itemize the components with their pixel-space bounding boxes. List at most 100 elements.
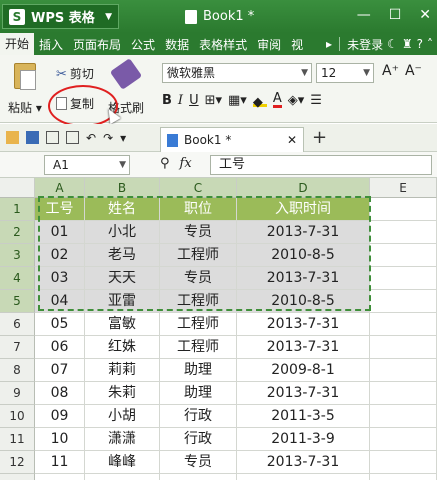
font-color-icon[interactable]: A bbox=[272, 92, 282, 108]
formula-input[interactable]: 工号 bbox=[210, 155, 432, 175]
table-cell[interactable]: 07 bbox=[35, 359, 85, 382]
table-cell[interactable] bbox=[370, 290, 437, 313]
header-cell[interactable]: 姓名 bbox=[85, 198, 160, 221]
header-cell[interactable]: 入职时间 bbox=[237, 198, 370, 221]
table-cell[interactable]: 2013-7-31 bbox=[237, 267, 370, 290]
table-cell[interactable] bbox=[370, 267, 437, 290]
chevron-right-icon[interactable]: ▸ bbox=[326, 37, 332, 51]
underline-icon[interactable]: U bbox=[189, 93, 199, 108]
table-cell[interactable]: 工程师 bbox=[160, 313, 237, 336]
table-cell[interactable]: 2013-7-31 bbox=[237, 221, 370, 244]
table-cell[interactable] bbox=[160, 474, 237, 480]
row-header[interactable]: 12 bbox=[0, 451, 35, 474]
tab-review[interactable]: 审阅 bbox=[252, 36, 286, 53]
minimize-icon[interactable]: — bbox=[357, 7, 371, 23]
table-cell[interactable] bbox=[370, 451, 437, 474]
clear-format-icon[interactable]: ◈▾ bbox=[288, 93, 305, 108]
table-cell[interactable]: 2013-7-31 bbox=[237, 313, 370, 336]
chevron-down-icon[interactable]: ▾ bbox=[120, 131, 126, 145]
grow-font-icon[interactable]: A⁺ bbox=[382, 63, 399, 79]
table-cell[interactable] bbox=[85, 474, 160, 480]
align-icon[interactable]: ☰ bbox=[310, 93, 322, 108]
column-header[interactable]: C bbox=[160, 178, 237, 198]
maximize-icon[interactable]: ☐ bbox=[389, 7, 402, 23]
table-cell[interactable]: 11 bbox=[35, 451, 85, 474]
table-cell[interactable]: 红姝 bbox=[85, 336, 160, 359]
table-cell[interactable]: 2011-3-9 bbox=[237, 428, 370, 451]
tab-table-style[interactable]: 表格样式 bbox=[194, 36, 252, 53]
row-header[interactable]: 2 bbox=[0, 221, 35, 244]
tab-insert[interactable]: 插入 bbox=[34, 36, 68, 53]
font-size-select[interactable]: 12 ▼ bbox=[316, 63, 374, 83]
table-cell[interactable]: 2013-7-31 bbox=[237, 336, 370, 359]
column-header[interactable]: A bbox=[35, 178, 85, 198]
italic-icon[interactable]: I bbox=[178, 93, 183, 108]
row-header[interactable]: 8 bbox=[0, 359, 35, 382]
column-header[interactable]: B bbox=[85, 178, 160, 198]
row-header[interactable]: 11 bbox=[0, 428, 35, 451]
help-icon[interactable]: ? bbox=[417, 37, 423, 51]
header-cell[interactable]: 工号 bbox=[35, 198, 85, 221]
table-cell[interactable]: 专员 bbox=[160, 451, 237, 474]
row-header[interactable]: 1 bbox=[0, 198, 35, 221]
close-icon[interactable]: ✕ bbox=[287, 133, 297, 147]
bold-icon[interactable]: B bbox=[162, 93, 172, 108]
table-cell[interactable]: 工程师 bbox=[160, 290, 237, 313]
font-name-select[interactable]: 微软雅黑 ▼ bbox=[162, 63, 312, 83]
shrink-font-icon[interactable]: A⁻ bbox=[405, 63, 422, 79]
table-cell[interactable]: 2011-3-5 bbox=[237, 405, 370, 428]
table-cell[interactable]: 09 bbox=[35, 405, 85, 428]
row-header[interactable]: 9 bbox=[0, 382, 35, 405]
table-cell[interactable]: 2013-7-31 bbox=[237, 451, 370, 474]
column-header[interactable]: E bbox=[370, 178, 437, 198]
fill-color-icon[interactable]: ◆ bbox=[252, 95, 267, 110]
table-cell[interactable]: 峰峰 bbox=[85, 451, 160, 474]
table-cell[interactable]: 工程师 bbox=[160, 336, 237, 359]
add-tab-icon[interactable]: + bbox=[312, 127, 327, 148]
paste-button[interactable]: 粘贴 ▾ bbox=[6, 61, 44, 117]
table-cell[interactable] bbox=[370, 221, 437, 244]
table-cell[interactable] bbox=[370, 336, 437, 359]
close-icon[interactable]: ✕ bbox=[419, 7, 431, 23]
spreadsheet-grid[interactable]: ABCDE12345678910111213工号姓名职位入职时间01小北专员20… bbox=[0, 178, 437, 480]
table-cell[interactable]: 2009-8-1 bbox=[237, 359, 370, 382]
table-cell[interactable]: 工程师 bbox=[160, 244, 237, 267]
table-cell[interactable]: 潇潇 bbox=[85, 428, 160, 451]
cut-button[interactable]: ✂ 剪切 bbox=[56, 65, 94, 82]
tab-data[interactable]: 数据 bbox=[160, 36, 194, 53]
app-menu-button[interactable]: S WPS 表格 ▼ bbox=[2, 4, 119, 29]
table-cell[interactable]: 天天 bbox=[85, 267, 160, 290]
table-cell[interactable]: 助理 bbox=[160, 382, 237, 405]
open-folder-icon[interactable] bbox=[6, 131, 19, 144]
table-cell[interactable]: 行政 bbox=[160, 405, 237, 428]
login-link[interactable]: 未登录 bbox=[347, 36, 383, 53]
table-cell[interactable]: 莉莉 bbox=[85, 359, 160, 382]
select-all-corner[interactable] bbox=[0, 178, 35, 198]
save-icon[interactable] bbox=[26, 131, 39, 144]
table-cell[interactable]: 助理 bbox=[160, 359, 237, 382]
table-cell[interactable]: 06 bbox=[35, 336, 85, 359]
skin-icon[interactable]: ☾ bbox=[387, 37, 398, 51]
table-cell[interactable]: 行政 bbox=[160, 428, 237, 451]
table-cell[interactable]: 富敏 bbox=[85, 313, 160, 336]
row-header[interactable]: 6 bbox=[0, 313, 35, 336]
print-icon[interactable] bbox=[46, 131, 59, 144]
table-cell[interactable]: 小胡 bbox=[85, 405, 160, 428]
header-cell[interactable] bbox=[370, 198, 437, 221]
row-header[interactable]: 4 bbox=[0, 267, 35, 290]
table-cell[interactable]: 2010-8-5 bbox=[237, 290, 370, 313]
redo-icon[interactable]: ↷ bbox=[103, 131, 113, 145]
document-tab[interactable]: Book1 * ✕ bbox=[160, 127, 304, 152]
table-cell[interactable]: 亚雷 bbox=[85, 290, 160, 313]
shirt-icon[interactable]: ♜ bbox=[402, 37, 413, 51]
tab-home[interactable]: 开始 bbox=[0, 33, 35, 55]
table-cell[interactable]: 03 bbox=[35, 267, 85, 290]
row-header[interactable]: 7 bbox=[0, 336, 35, 359]
table-cell[interactable] bbox=[35, 474, 85, 480]
table-cell[interactable]: 2013-7-31 bbox=[237, 382, 370, 405]
table-cell[interactable] bbox=[370, 382, 437, 405]
undo-icon[interactable]: ↶ bbox=[86, 131, 96, 145]
table-cell[interactable] bbox=[370, 405, 437, 428]
table-cell[interactable] bbox=[370, 428, 437, 451]
tab-formulas[interactable]: 公式 bbox=[126, 36, 160, 53]
